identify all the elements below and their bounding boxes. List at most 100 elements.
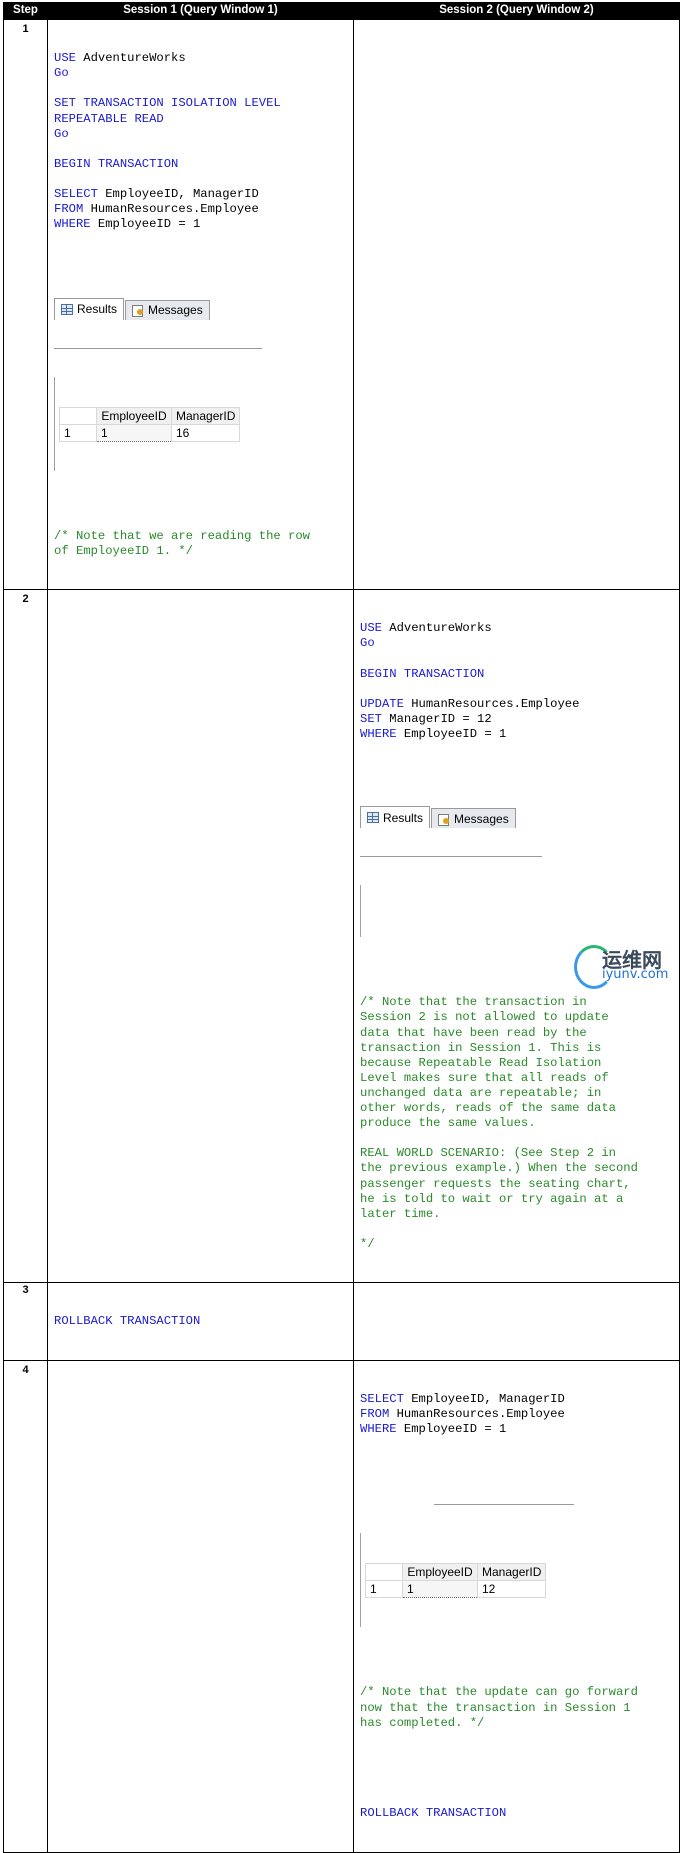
code-block: USE AdventureWorks Go BEGIN TRANSACTION UPD… — [360, 621, 675, 742]
column-header[interactable]: ManagerID — [170, 406, 241, 425]
sql-keyword: SELECT — [54, 187, 106, 202]
code-line: SET TRANSACTION ISOLATION LEVEL — [54, 96, 349, 111]
column-header[interactable]: EmployeeID — [96, 406, 172, 425]
comment-line: later time. — [360, 1206, 441, 1221]
sql-keyword: FROM — [360, 1406, 397, 1421]
code-line: USE AdventureWorks — [360, 621, 675, 636]
code-line: UPDATE HumanResources.Employee — [360, 697, 675, 712]
sql-keyword: WHERE — [360, 1422, 404, 1436]
comment-line: Session 2 is not allowed to update — [360, 1010, 609, 1025]
sql-text: HumanResources.Employee — [90, 202, 259, 217]
results-tab[interactable]: Results — [54, 297, 125, 320]
results-tab[interactable]: Results — [360, 806, 431, 829]
step-row-4: 4 SELECT EmployeeID, ManagerID FROM Human… — [3, 1359, 680, 1853]
sql-keyword: Go — [360, 636, 375, 651]
code-line: REPEATABLE READ — [54, 112, 349, 127]
step-row-2: 2 USE AdventureWorks Go BEGIN TRANSACTION U… — [3, 589, 680, 1284]
tab-divider — [434, 1504, 574, 1506]
sql-keyword: ROLLBACK TRANSACTION — [360, 1806, 507, 1821]
sql-text: AdventureWorks — [83, 51, 186, 66]
session2-cell-step2: USE AdventureWorks Go BEGIN TRANSACTION UPD… — [353, 589, 680, 1284]
code-line: WHERE EmployeeID = 1 — [54, 217, 349, 232]
sql-keyword: BEGIN TRANSACTION — [54, 156, 179, 171]
session2-cell-step1 — [353, 18, 680, 591]
code-block: ROLLBACK TRANSACTION — [54, 1314, 349, 1329]
grid-cell-selected[interactable]: 1 — [96, 423, 172, 442]
code-line: SET ManagerID = 12 — [360, 712, 675, 727]
sql-keyword: FROM — [54, 202, 91, 217]
messages-tab[interactable]: Messages — [125, 299, 210, 320]
step-number: 4 — [3, 1359, 48, 1853]
results-pane: Results Messages — [360, 780, 542, 965]
sql-text: EmployeeID = 1 — [97, 217, 201, 232]
header-row: Step Session 1 (Query Window 1) Session … — [3, 2, 680, 20]
sql-keyword: Go — [54, 126, 69, 141]
sql-keyword: UPDATE — [360, 696, 412, 711]
comment-block: /* Note that the update can go forward no… — [360, 1685, 675, 1730]
messages-tab[interactable]: Messages — [431, 808, 516, 829]
step-row-1: 1 USE AdventureWorks Go SET TRANSACTION IS… — [3, 18, 680, 591]
sql-text: AdventureWorks — [389, 621, 492, 636]
session2-cell-step4: SELECT EmployeeID, ManagerID FROM HumanRe… — [353, 1359, 680, 1853]
sql-text: EmployeeID = 1 — [403, 1422, 507, 1436]
session2-cell-step3 — [353, 1282, 680, 1361]
sql-keyword: ROLLBACK TRANSACTION — [54, 1314, 201, 1329]
column-header[interactable]: EmployeeID — [402, 1563, 478, 1582]
sql-keyword: WHERE — [54, 217, 98, 232]
results-pane: Results Messages EmployeeID ManagerID 1 … — [54, 272, 262, 499]
grid-cell[interactable]: 16 — [170, 423, 241, 442]
sql-text: ManagerID = 12 — [389, 711, 492, 726]
comment-line: /* Note that the transaction in — [360, 995, 587, 1010]
comment-line: unchanged data are repeatable; in — [360, 1085, 602, 1100]
step-number: 2 — [3, 589, 48, 1284]
code-line: ROLLBACK TRANSACTION — [360, 1806, 675, 1821]
table-row: 1 1 12 — [365, 1580, 547, 1599]
comment-line: /* Note that the update can go forward — [360, 1685, 638, 1700]
sql-keyword: WHERE — [360, 726, 404, 741]
grid-icon — [367, 812, 379, 824]
site-watermark-logo: 运维网 iyunv.com — [574, 943, 674, 989]
code-line: WHERE EmployeeID = 1 — [360, 727, 675, 742]
comment-line: now that the transaction in Session 1 — [360, 1700, 631, 1715]
grid-cell-selected[interactable]: 1 — [402, 1580, 478, 1599]
grid-icon — [61, 303, 73, 315]
grid-cell[interactable]: 12 — [476, 1580, 547, 1599]
code-line: FROM HumanResources.Employee — [360, 1407, 675, 1422]
column-header[interactable]: ManagerID — [476, 1563, 547, 1582]
code-block: USE AdventureWorks Go SET TRANSACTION ISOL… — [54, 51, 349, 232]
code-line: ROLLBACK TRANSACTION — [54, 1314, 349, 1329]
row-number: 1 — [365, 1580, 403, 1599]
tab-divider — [360, 856, 542, 858]
code-line: FROM HumanResources.Employee — [54, 202, 349, 217]
step-number: 3 — [3, 1282, 48, 1361]
step-header: Step — [3, 2, 48, 20]
code-line: SELECT EmployeeID, ManagerID — [360, 1392, 675, 1407]
code-block: ROLLBACK TRANSACTION — [360, 1806, 675, 1821]
step-number: 1 — [3, 18, 48, 591]
code-line: USE AdventureWorks — [54, 51, 349, 66]
sql-keyword: SET TRANSACTION ISOLATION LEVEL — [54, 96, 281, 111]
session2-header: Session 2 (Query Window 2) — [353, 2, 680, 20]
messages-icon — [132, 304, 144, 317]
sql-text: EmployeeID, ManagerID — [105, 187, 259, 202]
results-tabs: Results Messages — [54, 297, 262, 320]
row-number-header — [365, 1563, 403, 1582]
sql-text: HumanResources.Employee — [411, 696, 580, 711]
comment-line: data that have been read by the — [360, 1025, 587, 1040]
session1-cell-step4 — [47, 1359, 354, 1853]
messages-area — [360, 885, 542, 938]
comment-line: /* Note that we are reading the row — [54, 528, 310, 543]
session1-cell-step1: USE AdventureWorks Go SET TRANSACTION ISOL… — [47, 18, 354, 591]
comment-block: /* Note that the transaction in Session 2… — [360, 995, 675, 1252]
comment-line: other words, reads of the same data — [360, 1101, 616, 1116]
sql-keyword: SELECT — [360, 1391, 412, 1406]
comment-line: */ — [360, 1236, 375, 1251]
code-line: Go — [360, 636, 675, 651]
tab-divider — [54, 347, 262, 349]
results-grid: EmployeeID ManagerID 1 1 16 — [54, 376, 262, 471]
sql-text: HumanResources.Employee — [396, 1406, 565, 1421]
sql-keyword: USE — [54, 51, 84, 66]
